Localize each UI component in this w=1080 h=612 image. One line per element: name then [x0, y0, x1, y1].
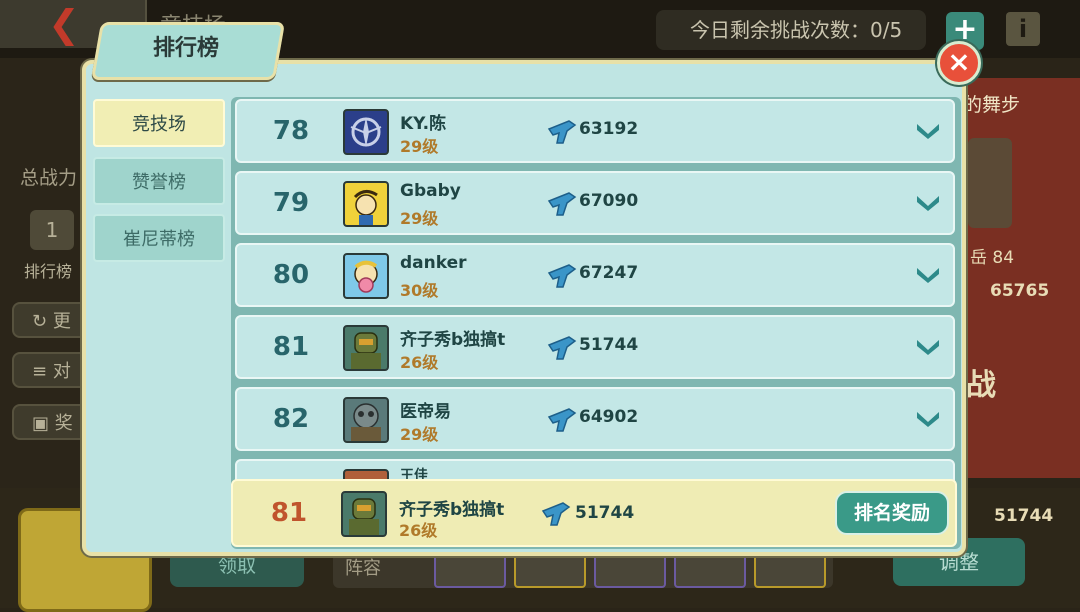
list-item[interactable]: 82 医帝易 29级 64902 [235, 387, 955, 451]
reward-label: 奖 [54, 413, 73, 434]
player-name: Gbaby [400, 181, 461, 201]
opponent-power: 65765 [990, 281, 1050, 301]
lineup-slot[interactable] [434, 554, 506, 588]
player-level: 29级 [400, 425, 439, 444]
my-rank-row: 81 齐子秀b独搞t 26级 51744 排名奖励 [231, 479, 957, 547]
rank-number: 78 [272, 116, 310, 146]
player-power: 67247 [579, 263, 639, 283]
chevron-down-icon[interactable] [915, 191, 941, 213]
chevron-down-icon[interactable] [915, 263, 941, 285]
rank-number: 82 [272, 404, 310, 434]
lineup-slot[interactable] [674, 554, 746, 588]
lineup-slot[interactable] [754, 554, 826, 588]
lineup-slot[interactable] [514, 554, 586, 588]
fight-button-label[interactable]: 战 [966, 360, 996, 404]
player-power: 64902 [579, 407, 639, 427]
player-power: 63192 [579, 119, 639, 139]
laser-pistol-icon [547, 192, 577, 216]
player-level: 30级 [400, 281, 439, 300]
player-power: 67090 [579, 191, 639, 211]
vault-boy-bubblegum-avatar [343, 253, 389, 299]
refresh-button[interactable]: ↻ 更 [12, 302, 92, 338]
match-button[interactable]: ≡ 对 [12, 352, 92, 388]
gift-icon: ▣ [32, 413, 50, 434]
gas-mask-armor-avatar [343, 397, 389, 443]
rank-trophy-icon[interactable]: 1 [30, 210, 74, 250]
my-level: 26级 [399, 521, 438, 540]
tab-praise[interactable]: 赞誉榜 [93, 157, 225, 205]
my-power: 51744 [575, 503, 635, 523]
player-level: 26级 [400, 353, 439, 372]
lineup-slot[interactable] [594, 554, 666, 588]
player-power: 51744 [579, 335, 639, 355]
player-level: 29级 [400, 137, 439, 156]
my-power-readout: 51744 [994, 506, 1054, 526]
rank-label: 排行榜 [24, 262, 73, 281]
opponent-portrait [968, 138, 1012, 228]
info-button[interactable]: i [1006, 12, 1040, 46]
brotherhood-emblem-avatar [343, 109, 389, 155]
laser-pistol-icon [547, 408, 577, 432]
power-armor-avatar [343, 325, 389, 371]
close-icon: × [947, 45, 971, 78]
back-arrow-icon: ❮ [48, 2, 80, 46]
player-name: danker [400, 253, 467, 273]
match-label: 对 [52, 361, 71, 382]
player-name: 齐子秀b独搞t [400, 330, 506, 350]
player-name: 医帝易 [400, 402, 451, 422]
rank-number: 81 [272, 332, 310, 362]
laser-pistol-icon [547, 336, 577, 360]
list-icon: ≡ [32, 361, 48, 382]
close-button[interactable]: × [937, 41, 981, 85]
rank-number: 79 [272, 188, 310, 218]
power-armor-avatar [341, 491, 387, 537]
chevron-down-icon[interactable] [915, 119, 941, 141]
vault-boy-salute-avatar [343, 181, 389, 227]
rank-reward-button[interactable]: 排名奖励 [835, 491, 949, 535]
rank-number: 80 [272, 260, 310, 290]
chevron-down-icon[interactable] [915, 335, 941, 357]
chevron-down-icon[interactable] [915, 407, 941, 429]
my-rank-number: 81 [270, 498, 308, 528]
refresh-label: 更 [52, 311, 71, 332]
list-item[interactable]: 79 Gbaby 29级 67090 [235, 171, 955, 235]
laser-pistol-icon [541, 502, 571, 526]
list-item[interactable]: 78 KY.陈 29级 63192 [235, 99, 955, 163]
list-item[interactable]: 81 齐子秀b独搞t 26级 51744 [235, 315, 955, 379]
tab-arena[interactable]: 竞技场 [93, 99, 225, 147]
player-name: KY.陈 [400, 114, 447, 134]
tab-trinity[interactable]: 崔尼蒂榜 [93, 214, 225, 262]
total-power-label: 总战力 [20, 167, 78, 189]
list-item[interactable]: 80 danker 30级 67247 [235, 243, 955, 307]
opponent-title: 的舞步 [963, 94, 1021, 116]
lineup-label: 阵容 [345, 558, 381, 579]
reward-side-button[interactable]: ▣ 奖 [12, 404, 92, 440]
dialog-title: 排行榜 [152, 36, 219, 61]
challenges-remaining: 今日剩余挑战次数：0/5 [656, 10, 926, 50]
refresh-icon: ↻ [32, 311, 48, 332]
laser-pistol-icon [547, 120, 577, 144]
player-level: 29级 [400, 209, 439, 228]
opponent-level: 岳 84 [970, 248, 1015, 268]
laser-pistol-icon [547, 264, 577, 288]
